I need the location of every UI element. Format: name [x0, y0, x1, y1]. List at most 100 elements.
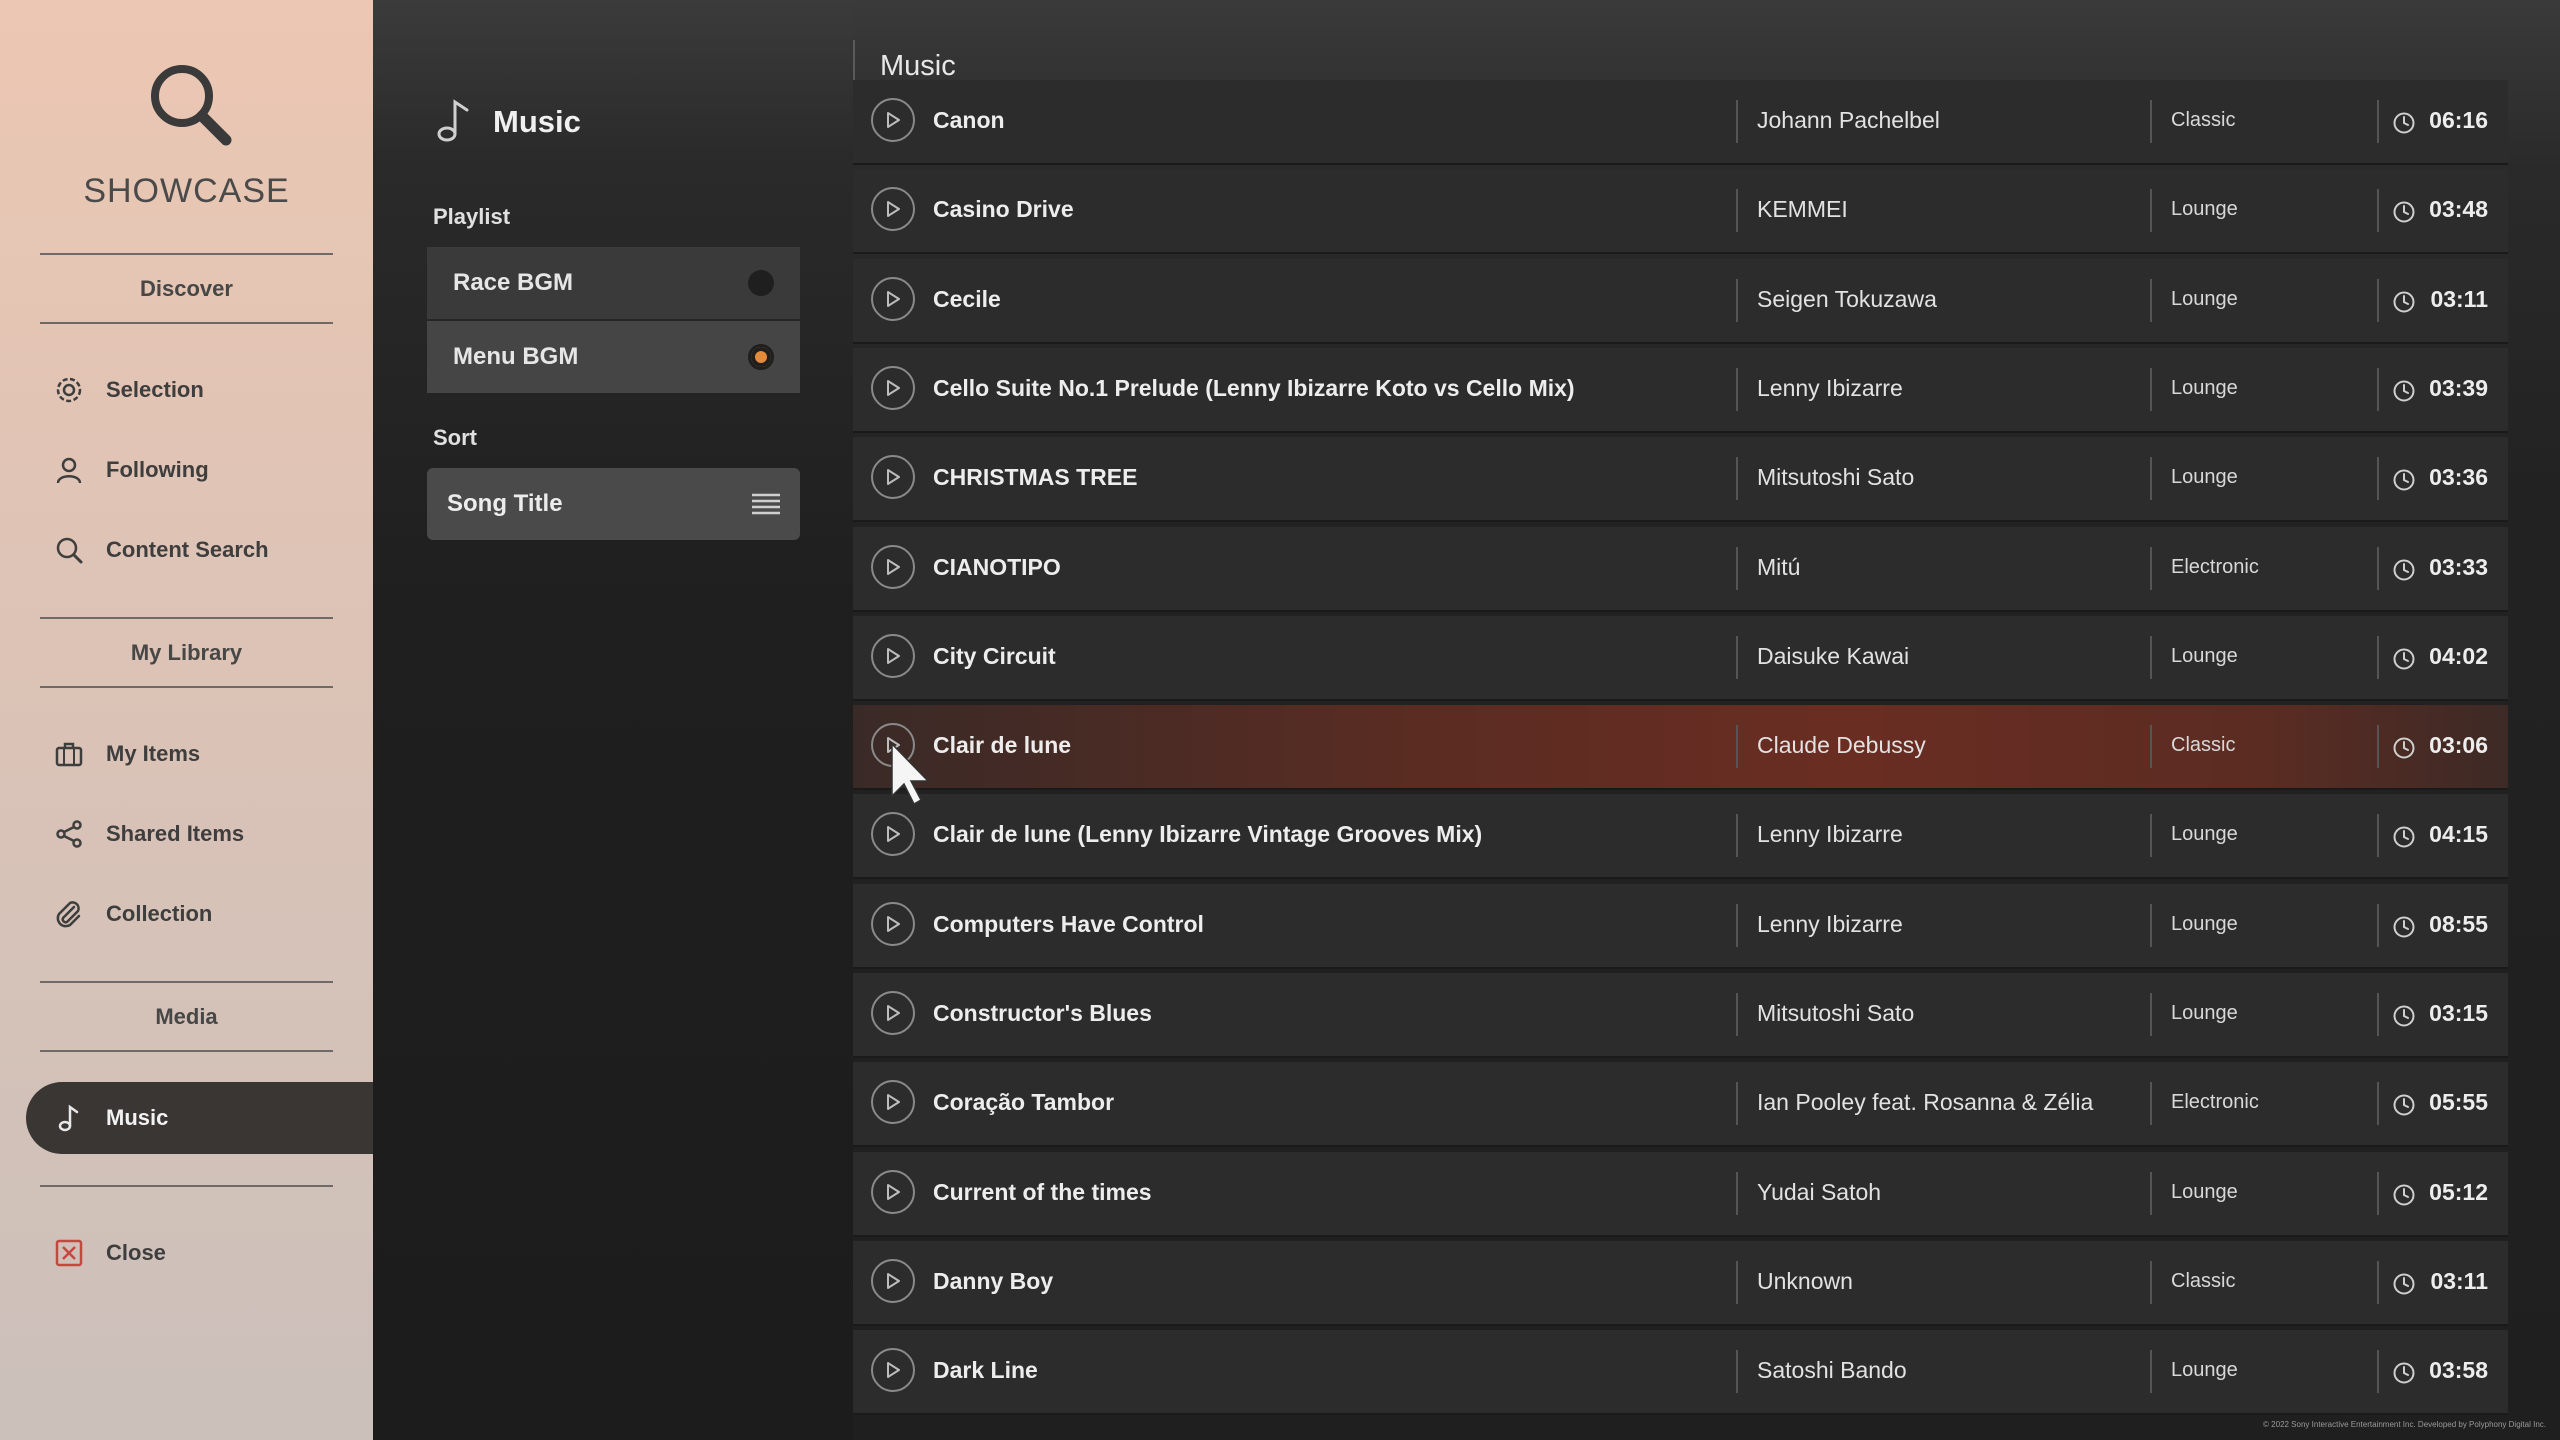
- column-divider: [1736, 457, 1738, 500]
- track-row[interactable]: City Circuit Daisuke Kawai Lounge 04:02: [853, 616, 2508, 699]
- track-row[interactable]: CIANOTIPO Mitú Electronic 03:33: [853, 527, 2508, 610]
- paperclip-icon: [52, 897, 86, 931]
- track-artist: Claude Debussy: [1757, 732, 1926, 758]
- track-row[interactable]: Cecile Seigen Tokuzawa Lounge 03:11: [853, 259, 2508, 342]
- track-list: Music Canon Johann Pachelbel Classic 06:16 C…: [853, 0, 2560, 1440]
- sidebar-item-my-items[interactable]: My Items: [26, 718, 373, 790]
- play-button[interactable]: [871, 1170, 915, 1214]
- play-button[interactable]: [871, 277, 915, 321]
- track-row[interactable]: Current of the times Yudai Satoh Lounge 05:…: [853, 1152, 2508, 1235]
- track-row[interactable]: Constructor's Blues Mitsutoshi Sato Lounge…: [853, 973, 2508, 1056]
- filter-panel: Music Playlist Race BGM Menu BGM Sort So…: [373, 0, 853, 1440]
- track-duration: 03:58: [2429, 1357, 2488, 1383]
- clock-icon: [2393, 826, 2415, 848]
- column-divider: [2150, 636, 2152, 679]
- track-row[interactable]: Clair de lune Claude Debussy Classic 03:06: [853, 705, 2508, 788]
- sidebar-item-label: Shared Items: [106, 821, 245, 846]
- column-divider: [2150, 1172, 2152, 1215]
- sidebar-item-collection[interactable]: Collection: [26, 878, 373, 950]
- track-row[interactable]: Coração Tambor Ian Pooley feat. Rosanna &…: [853, 1062, 2508, 1145]
- sidebar-item-selection[interactable]: Selection: [26, 354, 373, 426]
- column-divider: [2150, 457, 2152, 500]
- cursor-icon: [891, 742, 930, 806]
- sort-dropdown[interactable]: Song Title: [427, 468, 800, 540]
- section-discover: Discover: [140, 276, 233, 301]
- radio-button-selected[interactable]: [748, 344, 774, 370]
- play-button[interactable]: [871, 545, 915, 589]
- play-button[interactable]: [871, 187, 915, 231]
- column-divider: [2150, 814, 2152, 857]
- track-genre: Classic: [2171, 1270, 2236, 1292]
- play-button[interactable]: [871, 1348, 915, 1392]
- column-divider: [2377, 457, 2379, 500]
- copyright-text: © 2022 Sony Interactive Entertainment In…: [2263, 1420, 2546, 1429]
- play-button[interactable]: [871, 366, 915, 410]
- play-button[interactable]: [871, 902, 915, 946]
- play-button[interactable]: [871, 991, 915, 1035]
- track-duration: 03:48: [2429, 196, 2488, 222]
- track-row[interactable]: Casino Drive KEMMEI Lounge 03:48: [853, 169, 2508, 252]
- track-row[interactable]: Danny Boy Unknown Classic 03:11: [853, 1241, 2508, 1324]
- track-genre: Lounge: [2171, 1002, 2238, 1024]
- track-row[interactable]: Canon Johann Pachelbel Classic 06:16: [853, 80, 2508, 163]
- play-button[interactable]: [871, 812, 915, 856]
- playlist-option-menu-bgm[interactable]: Menu BGM: [427, 321, 800, 393]
- column-divider: [2150, 368, 2152, 411]
- clock-icon: [2393, 291, 2415, 313]
- track-title: Current of the times: [933, 1179, 1152, 1205]
- radio-button[interactable]: [748, 270, 774, 296]
- sidebar-item-shared-items[interactable]: Shared Items: [26, 798, 373, 870]
- sidebar-item-label: Collection: [106, 901, 213, 926]
- track-duration: 03:39: [2429, 375, 2488, 401]
- sidebar-item-following[interactable]: Following: [26, 434, 373, 506]
- track-row[interactable]: Computers Have Control Lenny Ibizarre Loun…: [853, 884, 2508, 967]
- gear-icon: [52, 373, 86, 407]
- music-note-icon: [437, 99, 469, 142]
- panel-title: Music: [493, 104, 581, 139]
- playlist-option-race-bgm[interactable]: Race BGM: [427, 247, 800, 319]
- column-divider: [2377, 904, 2379, 947]
- divider: [40, 1050, 333, 1052]
- column-divider: [2377, 993, 2379, 1036]
- play-icon: [887, 1184, 900, 1200]
- track-title: Dark Line: [933, 1357, 1038, 1383]
- play-button[interactable]: [871, 455, 915, 499]
- column-divider: [2150, 993, 2152, 1036]
- track-title: Constructor's Blues: [933, 1000, 1152, 1026]
- track-duration: 03:11: [2430, 1268, 2488, 1294]
- column-divider: [1736, 636, 1738, 679]
- sidebar-item-content-search[interactable]: Content Search: [26, 514, 373, 586]
- track-genre: Lounge: [2171, 913, 2238, 935]
- play-button[interactable]: [871, 634, 915, 678]
- sidebar-item-close[interactable]: Close: [26, 1217, 373, 1289]
- column-divider: [1736, 814, 1738, 857]
- column-divider: [1736, 725, 1738, 768]
- track-genre: Lounge: [2171, 1359, 2238, 1381]
- column-divider: [1736, 279, 1738, 322]
- track-genre: Classic: [2171, 734, 2236, 756]
- play-button[interactable]: [871, 98, 915, 142]
- track-row[interactable]: Clair de lune (Lenny Ibizarre Vintage Gr…: [853, 794, 2508, 877]
- play-button[interactable]: [871, 1080, 915, 1124]
- divider: [40, 322, 333, 324]
- search-icon: [52, 533, 86, 567]
- sidebar-item-label: Selection: [106, 377, 204, 402]
- column-divider: [1736, 1172, 1738, 1215]
- track-row[interactable]: Dark Line Satoshi Bando Lounge 03:58: [853, 1330, 2508, 1413]
- play-icon: [887, 826, 900, 842]
- column-divider: [2150, 100, 2152, 143]
- track-genre: Lounge: [2171, 1181, 2238, 1203]
- track-row[interactable]: CHRISTMAS TREE Mitsutoshi Sato Lounge 03:36: [853, 437, 2508, 520]
- briefcase-icon: [52, 737, 86, 771]
- sidebar-item-music[interactable]: Music: [26, 1082, 373, 1154]
- play-button[interactable]: [871, 1259, 915, 1303]
- track-duration: 06:16: [2429, 107, 2488, 133]
- track-genre: Lounge: [2171, 645, 2238, 667]
- share-icon: [52, 817, 86, 851]
- divider: [40, 617, 333, 619]
- logo-text: SHOWCASE: [83, 172, 290, 210]
- column-divider: [2150, 904, 2152, 947]
- column-divider: [1736, 904, 1738, 947]
- track-row[interactable]: Cello Suite No.1 Prelude (Lenny Ibizarre…: [853, 348, 2508, 431]
- track-artist: Lenny Ibizarre: [1757, 911, 1903, 937]
